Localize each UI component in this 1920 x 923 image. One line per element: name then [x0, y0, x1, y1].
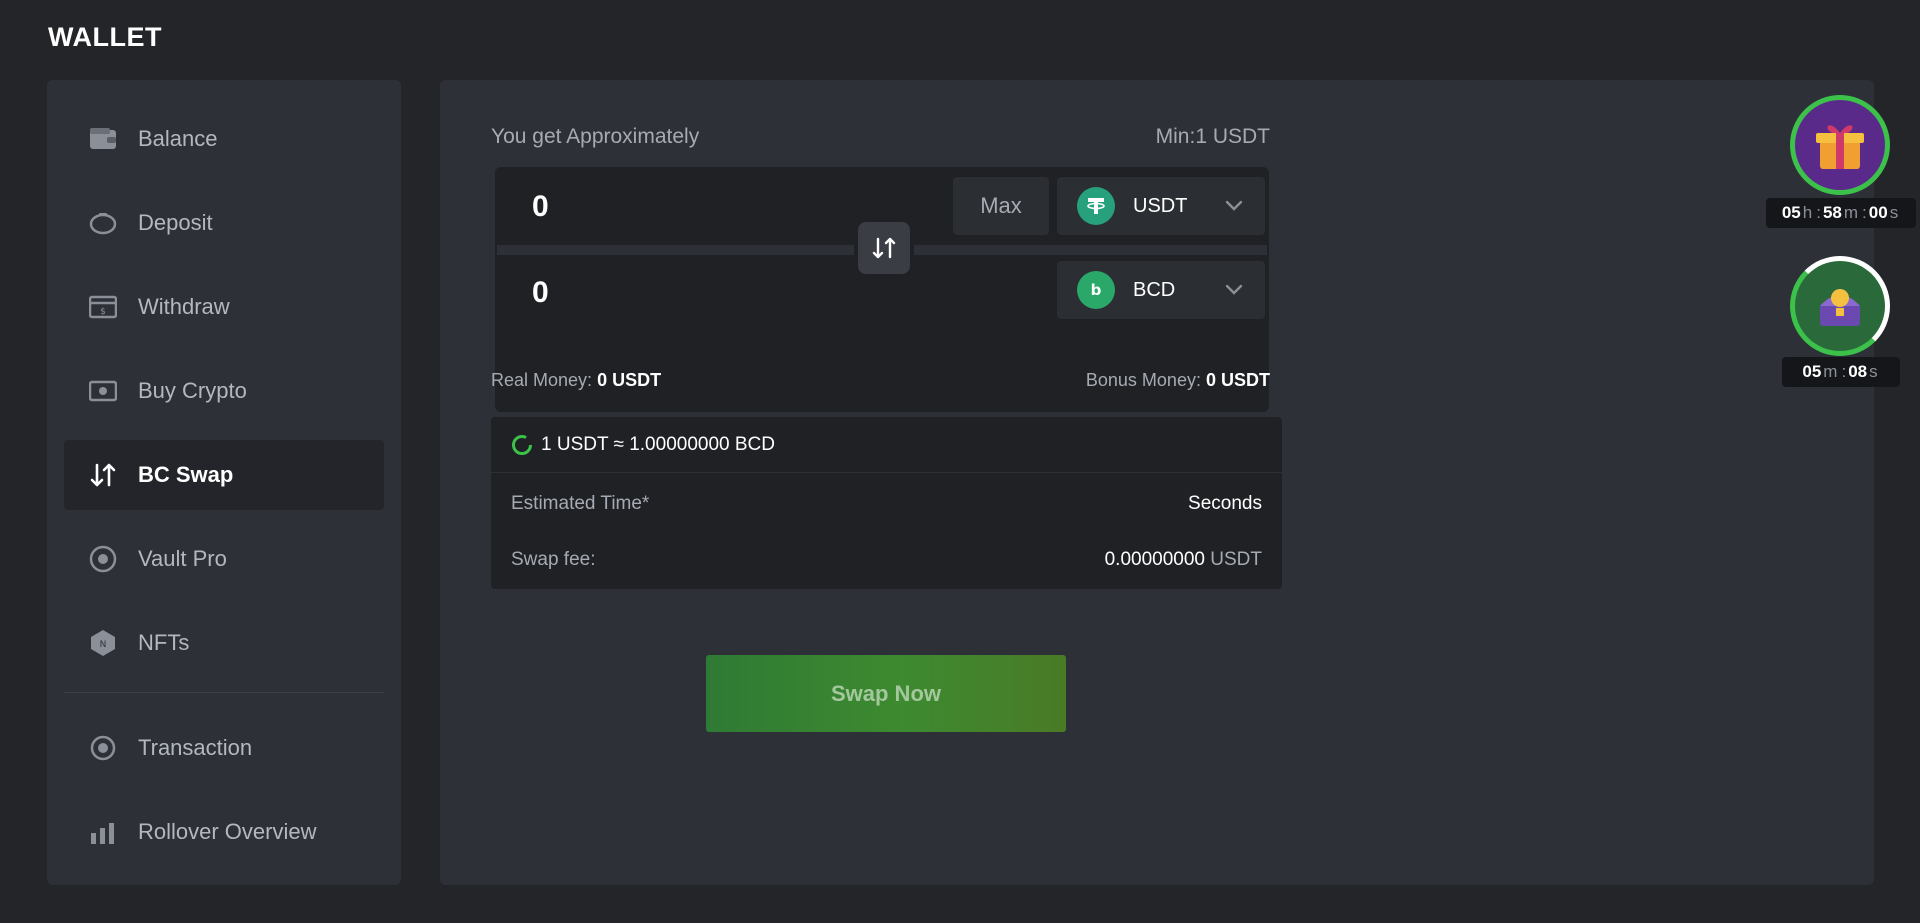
sidebar-item-deposit[interactable]: Deposit: [64, 188, 384, 258]
bcd-coin-icon: b: [1077, 271, 1115, 309]
timer-minutes: 05: [1802, 362, 1822, 381]
sidebar-item-label: BC Swap: [138, 462, 234, 487]
sidebar-item-label: Balance: [138, 126, 218, 151]
timer-minutes-unit: m: [1843, 203, 1859, 222]
min-amount-label: Min:1 USDT: [1155, 125, 1270, 148]
swap-fee-row: Swap fee: 0.00000000 USDT: [511, 549, 1262, 571]
sidebar-item-bc-swap[interactable]: BC Swap: [64, 440, 384, 510]
transaction-icon: [88, 733, 118, 763]
wallet-sidebar: Balance Deposit $ Withdraw Buy Crypto BC…: [47, 80, 401, 885]
rate-row: 1 USDT ≈ 1.00000000 BCD: [491, 417, 1282, 473]
to-coin-select[interactable]: b BCD: [1057, 261, 1265, 319]
timer-hours-unit: h: [1802, 203, 1813, 222]
gift-countdown-timer: 05 h : 58 m : 00 s: [1766, 198, 1916, 228]
svg-text:N: N: [100, 640, 107, 650]
sidebar-item-transaction[interactable]: Transaction: [64, 713, 384, 783]
timer-seconds-unit: s: [1869, 362, 1878, 381]
gift-reward-widget[interactable]: [1790, 95, 1890, 195]
usdt-coin-icon: [1077, 187, 1115, 225]
chest-countdown-timer: 05 m : 08 s: [1782, 357, 1900, 387]
estimated-time-value: Seconds: [1188, 493, 1262, 514]
sidebar-item-withdraw[interactable]: $ Withdraw: [64, 272, 384, 342]
exchange-rate: 1 USDT ≈ 1.00000000 BCD: [541, 433, 775, 455]
real-money-label: Real Money:: [491, 370, 593, 390]
timer-seconds: 08: [1848, 362, 1868, 381]
estimated-time-row: Estimated Time* Seconds: [511, 493, 1262, 515]
to-coin-label: BCD: [1133, 278, 1176, 301]
sidebar-divider: [64, 692, 384, 693]
bonus-money-line: Bonus Money: 0 USDT: [1086, 370, 1270, 391]
cash-icon: [88, 376, 118, 406]
sidebar-item-label: Deposit: [138, 210, 213, 235]
gift-icon: [1790, 95, 1890, 195]
sidebar-item-label: Vault Pro: [138, 546, 227, 571]
sidebar-item-label: NFTs: [138, 630, 190, 655]
timer-separator: :: [1816, 203, 1821, 222]
refresh-icon[interactable]: [511, 434, 533, 456]
rate-info-box: 1 USDT ≈ 1.00000000 BCD Estimated Time* …: [491, 417, 1282, 589]
sidebar-item-buy-crypto[interactable]: Buy Crypto: [64, 356, 384, 426]
sidebar-item-label: Transaction: [138, 735, 253, 760]
piggy-bank-icon: [88, 208, 118, 238]
timer-seconds-unit: s: [1889, 203, 1899, 222]
chest-reward-widget[interactable]: [1790, 256, 1890, 356]
timer-separator: :: [1862, 203, 1867, 222]
timer-seconds: 00: [1868, 203, 1888, 222]
swap-icon: [88, 460, 118, 490]
sidebar-item-vault-pro[interactable]: Vault Pro: [64, 524, 384, 594]
sidebar-item-balance[interactable]: Balance: [64, 104, 384, 174]
nft-icon: N: [88, 628, 118, 658]
from-coin-label: USDT: [1133, 194, 1188, 217]
bonus-money-label: Bonus Money:: [1085, 370, 1201, 390]
sidebar-item-label: Rollover Overview: [138, 819, 317, 844]
real-money-value: 0 USDT: [597, 370, 662, 390]
max-button[interactable]: Max: [953, 177, 1049, 235]
vault-icon: [88, 544, 118, 574]
swap-arrows-icon: [872, 237, 896, 259]
wallet-icon: [88, 124, 118, 154]
sidebar-item-label: Buy Crypto: [138, 378, 247, 403]
timer-hours: 05: [1781, 203, 1801, 222]
chevron-down-icon: [1225, 195, 1243, 218]
swap-fee-value: 0.00000000: [1104, 549, 1205, 570]
from-coin-select[interactable]: USDT: [1057, 177, 1265, 235]
chevron-down-icon: [1225, 279, 1243, 302]
sidebar-item-label: Withdraw: [138, 294, 230, 319]
estimated-time-label: Estimated Time*: [511, 493, 650, 514]
svg-text:$: $: [100, 307, 106, 317]
timer-minutes-unit: m: [1823, 362, 1838, 381]
withdraw-icon: $: [88, 292, 118, 322]
treasure-chest-icon: [1790, 256, 1890, 356]
sidebar-item-rollover-overview[interactable]: Rollover Overview: [64, 797, 384, 867]
timer-minutes: 58: [1822, 203, 1842, 222]
chart-bars-icon: [88, 817, 118, 847]
bonus-money-value: 0 USDT: [1205, 370, 1270, 390]
svg-text:b: b: [1091, 281, 1102, 299]
swap-fee-unit: USDT: [1210, 549, 1262, 570]
swap-panel: You get Approximately Min:1 USDT 0 0 Max…: [440, 80, 1874, 885]
swap-fee-label: Swap fee:: [511, 549, 596, 570]
sidebar-item-nfts[interactable]: N NFTs: [64, 608, 384, 678]
swap-now-button[interactable]: Swap Now: [706, 655, 1066, 732]
swap-direction-button[interactable]: [858, 222, 910, 274]
real-money-line: Real Money: 0 USDT: [491, 370, 661, 391]
you-get-label: You get Approximately: [491, 125, 700, 148]
timer-separator: :: [1841, 362, 1847, 381]
page-title: WALLET: [48, 22, 162, 52]
